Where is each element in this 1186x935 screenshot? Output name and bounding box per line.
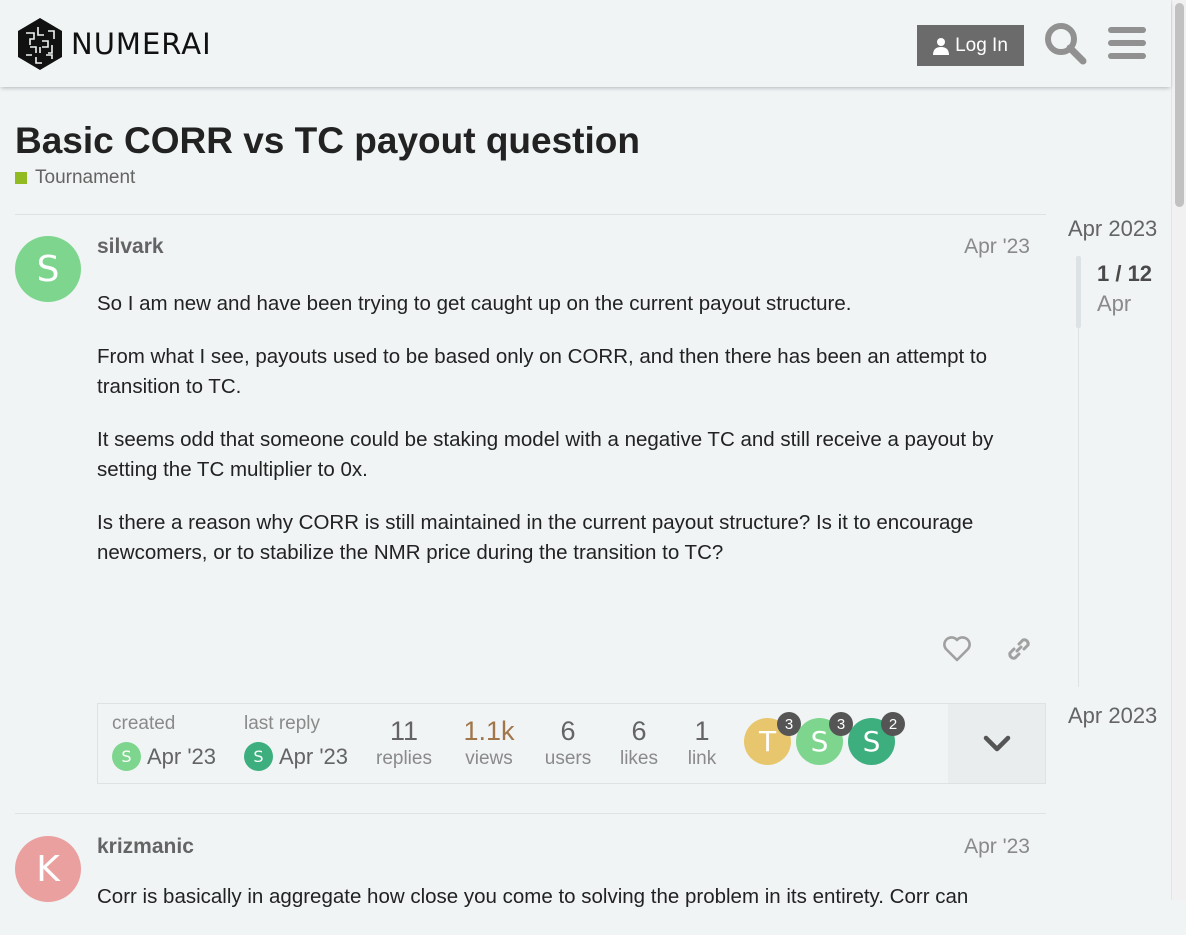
participant-avatar[interactable]: T 3 <box>744 712 801 765</box>
avatar-letter: S <box>36 248 60 290</box>
avatar[interactable]: K <box>15 836 81 902</box>
stat-likes: 6 likes <box>614 716 664 772</box>
login-label: Log In <box>955 34 1008 56</box>
created-date: Apr '23 <box>147 743 217 769</box>
stat-views: 1.1k views <box>454 716 524 772</box>
last-reply-date: Apr '23 <box>279 743 349 769</box>
stat-value: 11 <box>389 716 419 746</box>
stat-value: 6 <box>560 716 576 746</box>
avatar: S <box>244 742 273 771</box>
avatar-letter: S <box>810 725 829 758</box>
timeline-position: 1 / 12 <box>1097 261 1153 286</box>
post-paragraph: From what I see, payouts used to be base… <box>97 344 988 399</box>
post-body: Corr is basically in aggregate how close… <box>97 882 1022 935</box>
avatar: S <box>112 742 141 771</box>
stat-value: 1 <box>694 716 710 746</box>
last-reply-row: S Apr '23 <box>244 742 348 771</box>
stat-users: 6 users <box>541 716 595 772</box>
timeline-handle[interactable] <box>1076 256 1081 328</box>
logo-text: NUMERAI <box>71 27 212 61</box>
topic-title[interactable]: Basic CORR vs TC payout question <box>15 120 640 162</box>
timeline-position-date: Apr <box>1097 291 1132 316</box>
participant-avatar[interactable]: S 2 <box>848 712 905 765</box>
stat-label: likes <box>619 748 658 769</box>
expand-topic-map-button[interactable] <box>948 704 1045 783</box>
avatar-letter: S <box>253 747 264 766</box>
site-header: NUMERAI Log In <box>0 0 1171 87</box>
stat-replies: 11 replies <box>376 716 432 772</box>
post-divider <box>15 813 1046 814</box>
post-username[interactable]: silvark <box>97 235 164 259</box>
numerai-logo-icon <box>18 18 62 70</box>
scrollbar-thumb[interactable] <box>1175 3 1184 207</box>
category-color-swatch <box>15 172 27 184</box>
avatar-letter: K <box>36 848 60 890</box>
avatar-letter: S <box>121 747 132 766</box>
post-username[interactable]: krizmanic <box>97 835 194 859</box>
stat-label: users <box>544 748 592 769</box>
avatar-letter: T <box>758 725 777 758</box>
stat-label: views <box>465 748 513 769</box>
last-reply-label: last reply <box>244 713 321 734</box>
created-label: created <box>112 713 176 734</box>
participant-post-count: 2 <box>881 712 905 736</box>
stat-value: 6 <box>631 716 647 746</box>
search-icon[interactable] <box>1042 20 1088 66</box>
stat-label: link <box>687 748 717 769</box>
topic-map: created S Apr '23 last reply S Apr '23 1… <box>97 703 1046 784</box>
user-icon <box>933 37 950 55</box>
page-scrollbar[interactable] <box>1171 0 1186 900</box>
stat-value: 1.1k <box>463 716 515 746</box>
post-date[interactable]: Apr '23 <box>964 835 1030 859</box>
timeline-start-date[interactable]: Apr 2023 <box>1068 216 1157 242</box>
login-button[interactable]: Log In <box>917 25 1024 66</box>
category-label: Tournament <box>35 167 136 188</box>
post-paragraph: Corr is basically in aggregate how close… <box>97 885 969 908</box>
post-date[interactable]: Apr '23 <box>964 235 1030 259</box>
post-body: So I am new and have been trying to get … <box>97 289 1032 591</box>
created-row: S Apr '23 <box>112 742 216 771</box>
post-divider <box>15 214 1046 215</box>
stat-link: 1 link <box>682 716 722 772</box>
site-logo[interactable]: NUMERAI <box>16 17 212 71</box>
post-paragraph: So I am new and have been trying to get … <box>97 292 852 315</box>
avatar[interactable]: S <box>15 236 81 302</box>
menu-icon[interactable] <box>1104 20 1150 66</box>
link-icon[interactable] <box>1004 634 1034 664</box>
timeline-end-date[interactable]: Apr 2023 <box>1068 703 1157 729</box>
participant-avatar[interactable]: S 3 <box>796 712 853 765</box>
chevron-down-icon <box>983 735 1010 751</box>
stat-label: replies <box>376 748 432 769</box>
heart-icon[interactable] <box>942 634 972 664</box>
avatar-letter: S <box>862 725 881 758</box>
category-badge[interactable]: Tournament <box>15 167 135 189</box>
post-paragraph: It seems odd that someone could be staki… <box>97 427 994 482</box>
post-paragraph: Is there a reason why CORR is still main… <box>97 510 974 565</box>
